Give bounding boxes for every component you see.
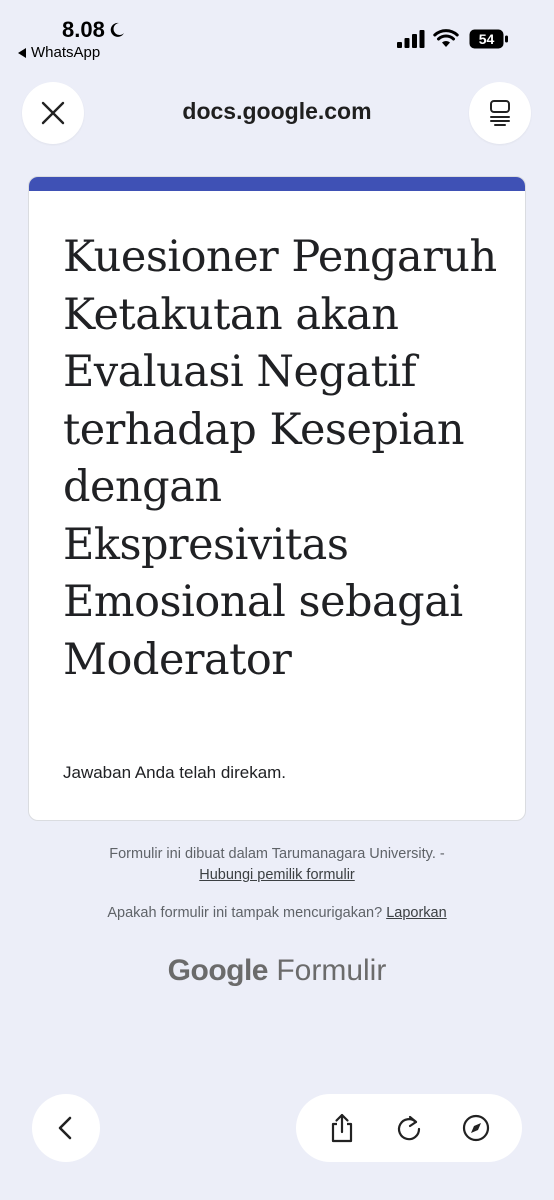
- cellular-signal-icon: [397, 30, 425, 48]
- wifi-icon: [433, 29, 459, 47]
- clock: 8.08: [62, 17, 125, 43]
- footer-created-text: Formulir ini dibuat dalam Tarumanagara U…: [109, 846, 445, 862]
- response-recorded-message: Jawaban Anda telah direkam.: [63, 763, 287, 782]
- brand-product: Formulir: [276, 954, 387, 987]
- reader-mode-icon: [490, 100, 510, 126]
- back-triangle-icon: [18, 47, 26, 58]
- back-button[interactable]: [32, 1094, 100, 1162]
- form-accent-bar: [29, 177, 525, 191]
- footer-report: Apakah formulir ini tampak mencurigakan?…: [0, 905, 554, 921]
- battery-icon: 54: [469, 29, 508, 49]
- back-icon: [58, 1116, 72, 1140]
- form-card: Kuesioner Pengaruh Ketakutan akan Evalua…: [28, 176, 526, 821]
- status-bar: 8.08 WhatsApp 54: [0, 0, 554, 66]
- google-forms-logo[interactable]: Google Formulir: [0, 954, 554, 988]
- footer-contact: Hubungi pemilik formulir: [0, 867, 554, 883]
- safari-button[interactable]: [456, 1108, 496, 1148]
- form-title: Kuesioner Pengaruh Ketakutan akan Evalua…: [63, 232, 497, 685]
- share-icon: [331, 1113, 352, 1143]
- contact-owner-link[interactable]: Hubungi pemilik formulir: [199, 867, 355, 883]
- reload-button[interactable]: [389, 1108, 429, 1148]
- share-button[interactable]: [322, 1108, 362, 1148]
- reload-icon: [397, 1115, 421, 1141]
- back-to-app-link[interactable]: WhatsApp: [18, 44, 100, 61]
- moon-icon: [110, 22, 124, 37]
- compass-icon: [463, 1114, 490, 1142]
- browser-toolbar: [296, 1094, 522, 1162]
- suspicious-text: Apakah formulir ini tampak mencurigakan?: [107, 905, 383, 921]
- report-link[interactable]: Laporkan: [386, 905, 446, 921]
- battery-level: 54: [479, 31, 495, 47]
- clock-time: 8.08: [62, 17, 105, 42]
- back-app-label: WhatsApp: [31, 44, 101, 61]
- brand-google: Google: [167, 954, 269, 987]
- reader-mode-button[interactable]: [469, 82, 531, 144]
